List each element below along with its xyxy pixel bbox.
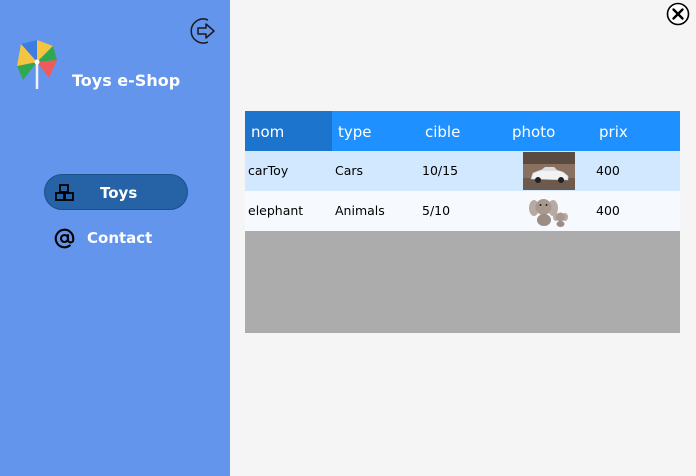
close-icon[interactable]	[666, 2, 690, 26]
table-row[interactable]: elephant Animals 5/10 400	[245, 191, 680, 231]
logout-icon[interactable]	[188, 15, 220, 47]
cell-cible[interactable]: 5/10	[419, 191, 450, 231]
nav-item-contact[interactable]: Contact	[54, 228, 174, 250]
sidebar: Toys e-Shop Toys Contact	[0, 0, 230, 476]
column-header-cible[interactable]: cible	[419, 111, 506, 151]
toys-data-grid[interactable]: nom type cible photo prix carToy Cars 10…	[245, 111, 680, 333]
pinwheel-logo	[17, 40, 57, 89]
cell-type[interactable]: Animals	[332, 191, 385, 231]
nav-contact-label: Contact	[87, 229, 153, 247]
cell-cible[interactable]: 10/15	[419, 151, 458, 191]
app-title: Toys e-Shop	[72, 71, 181, 90]
cell-nom[interactable]: carToy	[245, 151, 288, 191]
column-header-nom[interactable]: nom	[245, 111, 332, 151]
column-header-type[interactable]: type	[332, 111, 419, 151]
cell-nom[interactable]: elephant	[245, 191, 303, 231]
column-header-prix[interactable]: prix	[593, 111, 680, 151]
at-sign-icon	[54, 228, 75, 249]
nav-toys-label: Toys	[100, 184, 138, 202]
cell-prix[interactable]: 400	[593, 151, 620, 191]
blocks-icon	[55, 184, 74, 201]
nav-item-toys[interactable]: Toys	[44, 174, 188, 210]
table-row[interactable]: carToy Cars 10/15 400	[245, 151, 680, 191]
elephant-plush-photo	[529, 199, 568, 227]
grid-header: nom type cible photo prix	[245, 111, 680, 151]
car-photo	[523, 152, 575, 190]
cell-prix[interactable]: 400	[593, 191, 620, 231]
column-header-photo[interactable]: photo	[506, 111, 593, 151]
cell-type[interactable]: Cars	[332, 151, 363, 191]
